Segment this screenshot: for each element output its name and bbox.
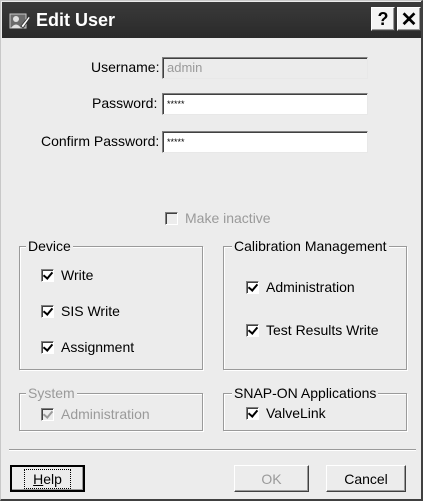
username-field: admin (162, 57, 368, 79)
device-assignment-checkbox[interactable]: Assignment (41, 338, 134, 356)
snapon-legend: SNAP-ON Applications (232, 384, 379, 402)
titlebar-help-button[interactable]: ? (371, 7, 395, 31)
device-legend: Device (26, 237, 73, 255)
device-sis-write-checkbox[interactable]: SIS Write (41, 302, 120, 320)
confirm-password-field[interactable]: ***** (162, 131, 368, 153)
system-legend: System (26, 384, 77, 402)
help-label-rest: elp (43, 470, 62, 487)
cancel-button[interactable]: Cancel (326, 465, 406, 492)
checkbox-label: Administration (266, 279, 355, 295)
checkbox-label: Test Results Write (266, 322, 379, 338)
confirm-password-label: Confirm Password: (41, 133, 160, 149)
checkbox-icon (246, 323, 259, 337)
help-button-label: Help (24, 468, 71, 489)
footer-separator (9, 449, 416, 451)
snapon-valvelink-checkbox[interactable]: ValveLink (246, 404, 326, 422)
make-inactive-label: Make inactive (185, 210, 271, 226)
app-users-icon (9, 13, 31, 29)
help-button[interactable]: Help (10, 465, 85, 492)
dialog-title: Edit User (36, 10, 116, 30)
checkbox-label: Write (61, 267, 94, 283)
device-write-checkbox[interactable]: Write (41, 266, 93, 284)
checkbox-icon (165, 211, 178, 225)
checkbox-icon (246, 406, 259, 420)
checkbox-icon (41, 340, 54, 354)
title-bar[interactable]: Edit User ? ✕ (2, 2, 421, 38)
username-label: Username: (91, 59, 160, 75)
checkbox-label: ValveLink (266, 405, 326, 421)
system-administration-checkbox: Administration (41, 405, 150, 423)
make-inactive-checkbox: Make inactive (165, 209, 271, 227)
checkbox-icon (41, 304, 54, 318)
checkbox-label: Administration (61, 406, 150, 422)
checkbox-icon (41, 268, 54, 282)
password-label: Password: (92, 95, 158, 111)
calibration-administration-checkbox[interactable]: Administration (246, 278, 355, 296)
calibration-legend: Calibration Management (232, 237, 389, 255)
ok-button: OK (234, 465, 309, 492)
titlebar-close-button[interactable]: ✕ (397, 7, 421, 31)
password-field[interactable]: ***** (162, 93, 368, 115)
edit-user-dialog: Edit User ? ✕ Username: admin Password: … (0, 0, 423, 501)
checkbox-label: Assignment (61, 339, 135, 355)
checkbox-icon (246, 280, 259, 294)
help-accelerator: H (33, 470, 44, 487)
calibration-test-results-write-checkbox[interactable]: Test Results Write (246, 321, 379, 339)
checkbox-icon (41, 407, 54, 421)
checkbox-label: SIS Write (61, 303, 120, 319)
calibration-management-group: Calibration Management (223, 237, 407, 370)
